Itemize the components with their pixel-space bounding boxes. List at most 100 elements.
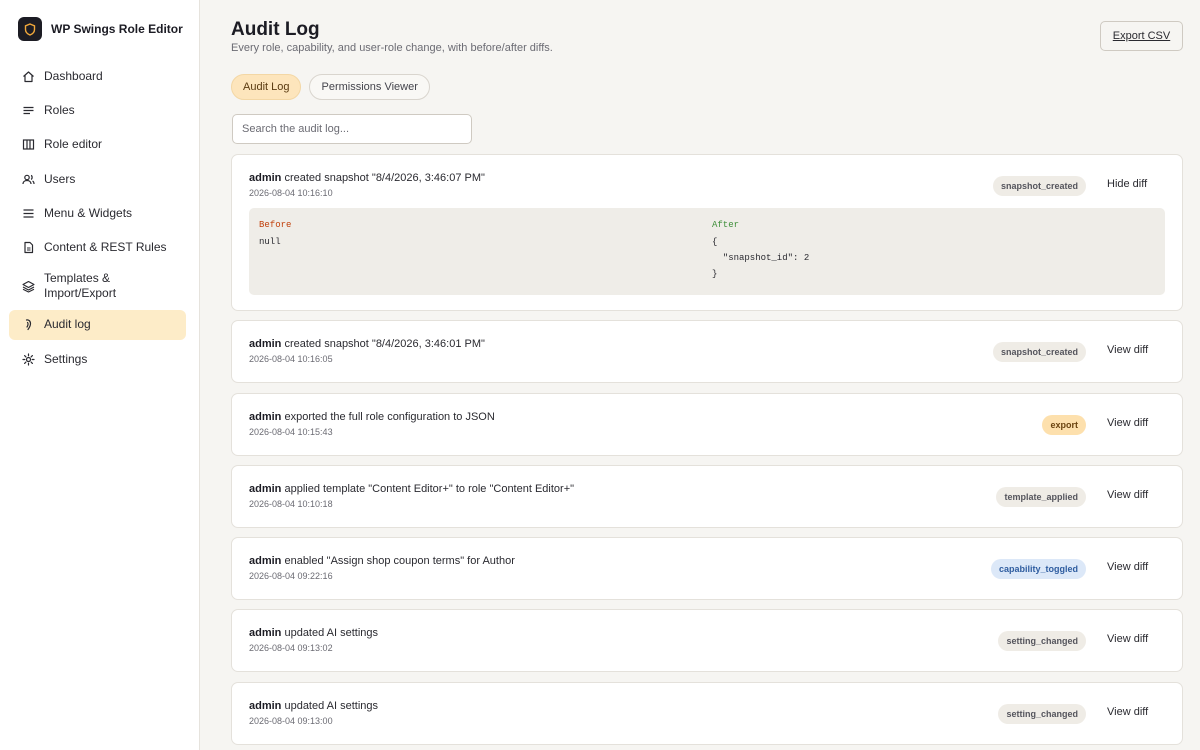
log-entry: admin created snapshot "8/4/2026, 3:46:0… — [231, 320, 1183, 384]
entry-header: admin enabled "Assign shop coupon terms"… — [249, 555, 515, 581]
entry-action: applied template "Content Editor+" to ro… — [281, 482, 575, 495]
entry-timestamp: 2026-08-04 10:10:18 — [249, 498, 333, 509]
sidebar-item-label: Role editor — [44, 137, 103, 152]
document-icon — [21, 241, 35, 255]
diff-after-column: After { "snapshot_id": 2 } — [712, 220, 809, 282]
entry-action: updated AI settings — [281, 699, 379, 712]
diff-after-label: After — [712, 220, 740, 230]
page-subtitle: Every role, capability, and user-role ch… — [231, 42, 553, 54]
log-entry: admin updated AI settings 2026-08-04 09:… — [231, 609, 1183, 673]
event-type-badge: capability_toggled — [990, 559, 1086, 580]
tab-permissions-viewer[interactable]: Permissions Viewer — [309, 74, 430, 100]
entry-description: admin created snapshot "8/4/2026, 3:46:0… — [249, 172, 485, 184]
diff-after-line: "snapshot_id": 2 — [712, 253, 810, 263]
shield-logo-icon — [18, 17, 42, 41]
log-entry: admin enabled "Assign shop coupon terms"… — [231, 537, 1183, 601]
sidebar-item-audit-log[interactable]: Audit log — [9, 309, 186, 340]
diff-after-line: { — [712, 237, 718, 247]
entry-action: created snapshot "8/4/2026, 3:46:01 PM" — [281, 338, 485, 351]
entry-header: admin updated AI settings 2026-08-04 09:… — [249, 627, 378, 653]
entry-timestamp: 2026-08-04 09:22:16 — [249, 571, 333, 582]
tab-audit-log[interactable]: Audit Log — [231, 74, 302, 100]
audit-log-list: admin created snapshot "8/4/2026, 3:46:0… — [231, 154, 1183, 750]
entry-header: admin applied template "Content Editor+"… — [249, 483, 574, 509]
view-diff-button[interactable]: View diff — [1107, 489, 1148, 501]
menu-icon — [21, 207, 35, 221]
view-diff-button[interactable]: View diff — [1107, 417, 1148, 429]
entry-action: created snapshot "8/4/2026, 3:46:07 PM" — [281, 172, 485, 184]
sidebar-item-menu-widgets[interactable]: Menu & Widgets — [9, 199, 186, 229]
search-input[interactable] — [232, 114, 472, 144]
entry-header: admin created snapshot "8/4/2026, 3:46:0… — [249, 338, 485, 364]
entry-description: admin exported the full role configurati… — [249, 411, 495, 423]
entry-actor: admin — [249, 338, 282, 351]
event-type-badge: setting_changed — [998, 631, 1086, 652]
entry-header: admin updated AI settings 2026-08-04 09:… — [249, 700, 378, 726]
entry-actor: admin — [249, 699, 282, 712]
diff-after-line: } — [712, 269, 718, 279]
event-type-badge: setting_changed — [998, 703, 1086, 724]
log-entry: admin applied template "Content Editor+"… — [231, 464, 1183, 528]
sidebar-item-roles[interactable]: Roles — [9, 95, 186, 125]
sidebar-item-label: Content & REST Rules — [44, 240, 167, 255]
event-type-badge: snapshot_created — [992, 176, 1086, 196]
sidebar-item-dashboard[interactable]: Dashboard — [9, 61, 186, 91]
page-title: Audit Log — [231, 19, 320, 40]
tab-bar: Audit Log Permissions Viewer — [231, 74, 430, 100]
entry-description: admin updated AI settings — [249, 627, 378, 639]
sidebar-item-role-editor[interactable]: Role editor — [9, 130, 186, 160]
entry-description: admin updated AI settings — [249, 700, 378, 712]
entry-timestamp: 2026-08-04 09:13:02 — [249, 643, 333, 654]
sidebar-item-label: Menu & Widgets — [44, 206, 133, 221]
diff-before-column: Before null — [259, 220, 291, 250]
entry-description: admin created snapshot "8/4/2026, 3:46:0… — [249, 338, 485, 350]
entry-actor: admin — [249, 410, 282, 423]
view-diff-button[interactable]: View diff — [1107, 561, 1148, 573]
sidebar: WP Swings Role Editor Dashboard Roles Ro… — [0, 0, 200, 750]
fingerprint-icon — [21, 318, 35, 332]
diff-before-line: null — [259, 237, 281, 247]
log-entry: admin updated AI settings 2026-08-04 09:… — [231, 681, 1183, 745]
entry-description: admin applied template "Content Editor+"… — [249, 483, 574, 495]
sidebar-item-label: Audit log — [44, 317, 91, 332]
diff-panel: Before null After { "snapshot_id": 2 } — [249, 208, 1165, 295]
sidebar-item-label: Settings — [44, 351, 88, 366]
log-entry: admin exported the full role configurati… — [231, 392, 1183, 456]
app-title: WP Swings Role Editor — [51, 22, 183, 36]
sidebar-item-content-rest-rules[interactable]: Content & REST Rules — [9, 233, 186, 263]
columns-icon — [21, 138, 35, 152]
sidebar-nav: Dashboard Roles Role editor Users Menu &… — [0, 61, 199, 374]
sidebar-item-label: Roles — [44, 102, 75, 117]
view-diff-button[interactable]: View diff — [1107, 633, 1148, 645]
hide-diff-button[interactable]: Hide diff — [1107, 178, 1147, 190]
view-diff-button[interactable]: View diff — [1107, 344, 1148, 356]
gear-icon — [21, 352, 35, 366]
sidebar-item-label: Users — [44, 171, 76, 186]
event-type-badge: template_applied — [996, 486, 1086, 507]
entry-action: exported the full role configuration to … — [281, 410, 495, 423]
sidebar-item-label: Dashboard — [44, 68, 103, 83]
entry-timestamp: 2026-08-04 10:15:43 — [249, 426, 333, 437]
brand[interactable]: WP Swings Role Editor — [0, 0, 199, 58]
entry-timestamp: 2026-08-04 09:13:00 — [249, 715, 333, 726]
layers-icon — [21, 279, 35, 293]
entry-header: admin created snapshot "8/4/2026, 3:46:0… — [249, 172, 485, 198]
diff-before-label: Before — [259, 220, 292, 230]
sidebar-item-templates-import-export[interactable]: Templates & Import/Export — [9, 267, 186, 305]
sidebar-item-users[interactable]: Users — [9, 164, 186, 194]
users-icon — [21, 172, 35, 186]
sidebar-item-settings[interactable]: Settings — [9, 344, 186, 374]
entry-action: enabled "Assign shop coupon terms" for A… — [281, 555, 515, 568]
list-icon — [21, 103, 35, 117]
entry-timestamp: 2026-08-04 10:16:10 — [249, 188, 333, 198]
entry-actor: admin — [249, 627, 282, 640]
entry-action: updated AI settings — [281, 627, 379, 640]
view-diff-button[interactable]: View diff — [1107, 706, 1148, 718]
export-csv-button[interactable]: Export CSV — [1100, 21, 1183, 51]
home-icon — [21, 69, 35, 83]
entry-actor: admin — [249, 172, 282, 184]
log-entry: admin created snapshot "8/4/2026, 3:46:0… — [231, 154, 1183, 311]
event-type-badge: snapshot_created — [992, 342, 1086, 363]
entry-actor: admin — [249, 555, 282, 568]
entry-description: admin enabled "Assign shop coupon terms"… — [249, 555, 515, 567]
